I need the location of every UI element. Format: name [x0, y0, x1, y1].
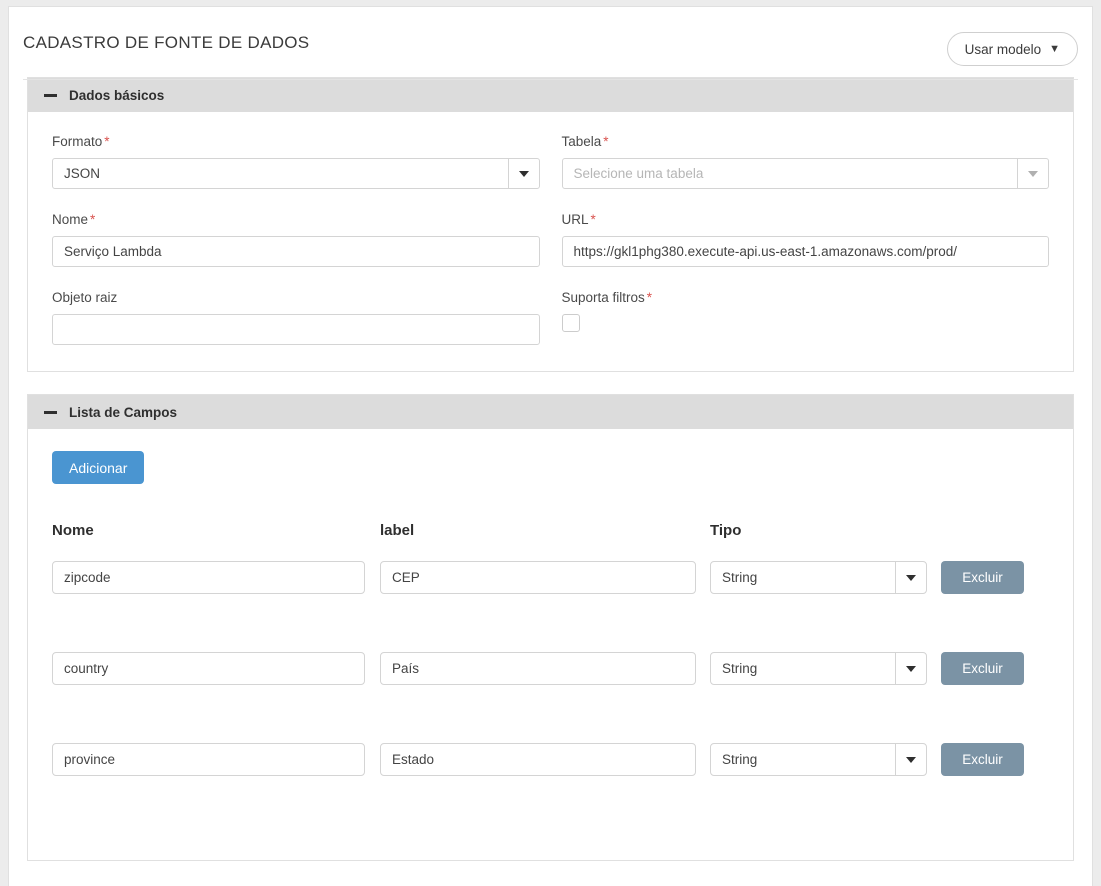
panel-body-lista-de-campos: Adicionar Nome label Tipo zipcode CEP St…: [28, 429, 1073, 860]
input-field-nome[interactable]: [52, 561, 365, 594]
input-objeto-raiz[interactable]: [52, 314, 540, 345]
page-card: CADASTRO DE FONTE DE DADOS Usar modelo ▼…: [8, 6, 1093, 886]
chevron-down-icon[interactable]: [895, 744, 926, 775]
usar-modelo-label: Usar modelo: [964, 41, 1042, 57]
label-tabela-text: Tabela: [561, 134, 602, 149]
cell-label: [380, 561, 710, 594]
table-row: String Excluir: [52, 561, 1049, 594]
label-objeto-raiz-text: Objeto raiz: [52, 290, 118, 305]
form-row-objetoraiz-filtros: Objeto raiz Suporta filtros *: [52, 290, 1049, 345]
label-formato: Formato *: [52, 134, 540, 149]
required-asterisk: *: [104, 134, 110, 149]
select-formato[interactable]: JSON: [52, 158, 540, 189]
cell-label: [380, 743, 710, 776]
field-group-url: URL *: [561, 212, 1050, 267]
panel-lista-de-campos: Lista de Campos Adicionar Nome label Tip…: [27, 394, 1074, 861]
panel-body-dados-basicos: Formato * JSON Tabela * Selecione uma tabe…: [28, 112, 1073, 371]
cell-tipo: String: [710, 561, 941, 594]
delete-field-button[interactable]: Excluir: [941, 652, 1024, 685]
input-field-label[interactable]: [380, 652, 696, 685]
chevron-down-icon[interactable]: [1017, 159, 1048, 188]
label-suporta-filtros: Suporta filtros *: [562, 290, 1050, 305]
cell-tipo: String: [710, 743, 941, 776]
delete-field-button[interactable]: Excluir: [941, 743, 1024, 776]
cell-nome: [52, 561, 379, 594]
label-nome: Nome *: [52, 212, 540, 227]
select-field-tipo-value: String: [722, 661, 758, 676]
select-field-tipo-value: String: [722, 570, 758, 585]
cell-actions: Excluir: [941, 743, 1049, 776]
field-group-objeto-raiz: Objeto raiz: [52, 290, 540, 345]
label-url: URL *: [562, 212, 1050, 227]
panel-title-dados-basicos: Dados básicos: [69, 87, 165, 103]
select-formato-value: JSON: [64, 166, 101, 181]
label-formato-text: Formato: [52, 134, 103, 149]
column-header-label: label: [380, 522, 415, 539]
input-field-label[interactable]: [380, 743, 696, 776]
input-field-nome[interactable]: [52, 652, 365, 685]
fields-table: Nome label Tipo String: [52, 522, 1049, 776]
required-asterisk: *: [90, 212, 96, 227]
select-field-tipo[interactable]: String: [710, 561, 927, 594]
input-nome[interactable]: [52, 236, 540, 267]
page-header: CADASTRO DE FONTE DE DADOS Usar modelo ▼: [9, 7, 1092, 80]
select-field-tipo[interactable]: String: [710, 652, 927, 685]
table-row: String Excluir: [52, 652, 1049, 685]
field-group-formato: Formato * JSON: [52, 134, 540, 189]
chevron-down-icon[interactable]: [895, 562, 926, 593]
add-field-button[interactable]: Adicionar: [52, 451, 145, 484]
chevron-down-icon[interactable]: [507, 159, 539, 188]
form-row-nome-url: Nome* URL*: [52, 212, 1049, 267]
cell-actions: Excluir: [941, 652, 1049, 685]
chevron-down-icon[interactable]: [895, 653, 926, 684]
panel-dados-basicos: Dados básicos Formato * JSON Tabela * Se…: [27, 77, 1074, 372]
checkbox-suporta-filtros[interactable]: [561, 314, 580, 332]
label-objeto-raiz: Objeto raiz: [52, 290, 540, 305]
select-tabela[interactable]: Selecione uma tabela: [561, 158, 1049, 189]
required-asterisk: *: [646, 290, 653, 305]
panel-spacer: [9, 372, 1092, 394]
panel-header-lista-de-campos[interactable]: Lista de Campos: [28, 395, 1073, 429]
page-title: CADASTRO DE FONTE DE DADOS: [23, 33, 310, 52]
chevron-down-icon: ▼: [1049, 42, 1060, 55]
required-asterisk: *: [590, 212, 596, 227]
column-header-nome: Nome: [52, 522, 94, 539]
cell-tipo: String: [710, 652, 941, 685]
select-field-tipo-value: String: [722, 752, 758, 767]
collapse-minus-icon[interactable]: [44, 93, 57, 97]
panel-title-lista-de-campos: Lista de Campos: [69, 404, 178, 420]
required-asterisk: *: [603, 134, 609, 149]
input-field-nome[interactable]: [52, 743, 365, 776]
label-tabela: Tabela *: [562, 134, 1050, 149]
table-row: String Excluir: [52, 743, 1049, 776]
cell-nome: [52, 743, 379, 776]
input-field-label[interactable]: [380, 561, 696, 594]
select-field-tipo[interactable]: String: [710, 743, 927, 776]
field-group-suporta-filtros: Suporta filtros *: [561, 290, 1050, 345]
label-url-text: URL: [561, 212, 589, 227]
cell-nome: [52, 652, 379, 685]
usar-modelo-button[interactable]: Usar modelo ▼: [946, 32, 1078, 66]
field-group-tabela: Tabela * Selecione uma tabela: [561, 134, 1050, 189]
input-url[interactable]: [561, 236, 1049, 267]
fields-table-header: Nome label Tipo: [52, 522, 1049, 539]
label-nome-text: Nome: [52, 212, 89, 227]
cell-label: [380, 652, 710, 685]
header-divider: [23, 79, 1078, 80]
field-group-nome: Nome *: [52, 212, 540, 267]
label-suporta-filtros-text: Suporta filtros: [561, 290, 645, 305]
column-header-tipo: Tipo: [710, 522, 742, 539]
collapse-minus-icon[interactable]: [44, 410, 57, 414]
select-tabela-placeholder: Selecione uma tabela: [573, 166, 704, 181]
panel-header-dados-basicos[interactable]: Dados básicos: [28, 78, 1073, 112]
cell-actions: Excluir: [941, 561, 1049, 594]
delete-field-button[interactable]: Excluir: [941, 561, 1024, 594]
form-row-formato-tabela: Formato * JSON Tabela * Selecione uma tabe…: [52, 134, 1049, 189]
